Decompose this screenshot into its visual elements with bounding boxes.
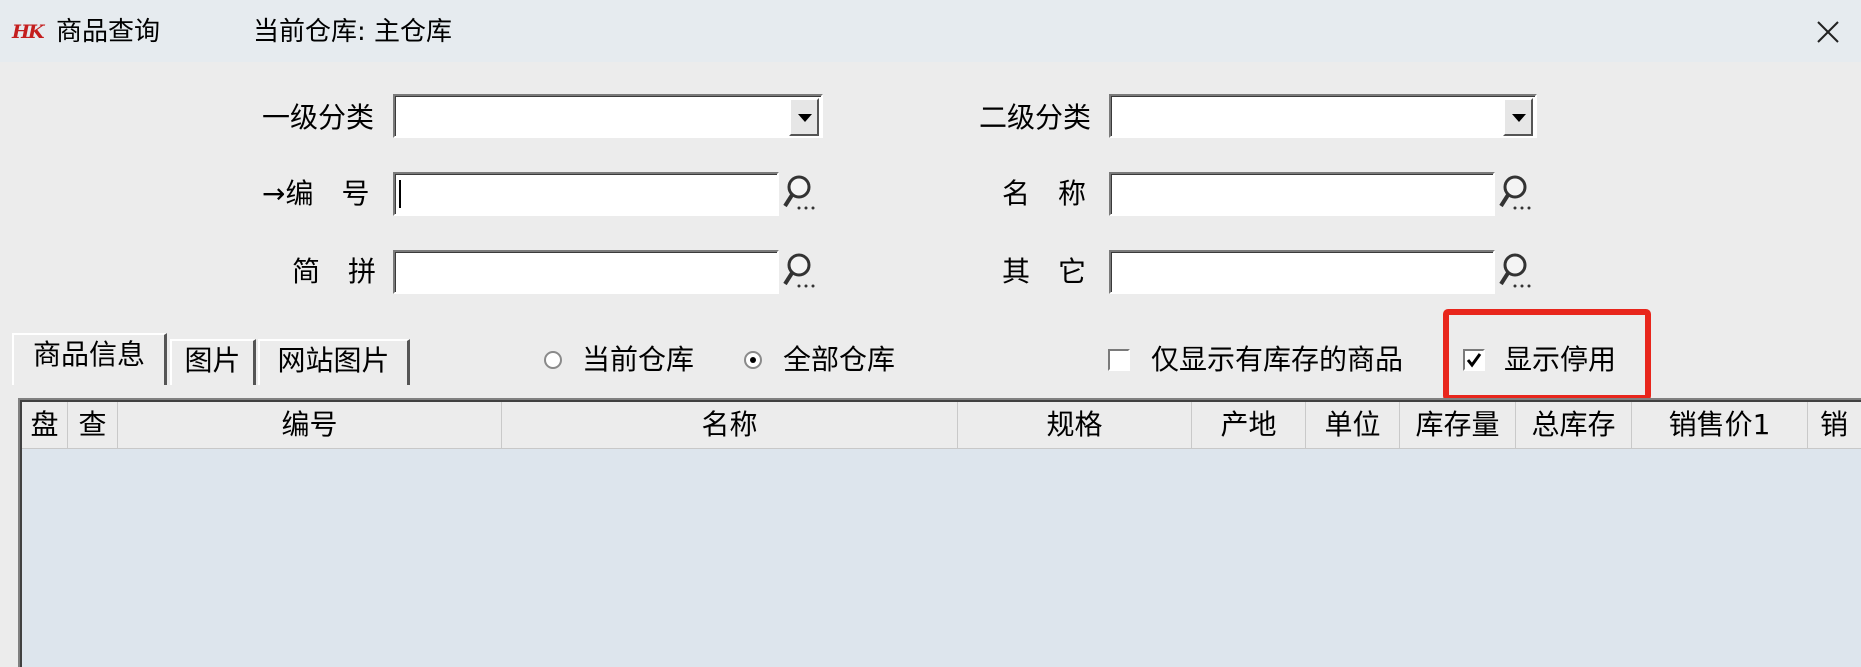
pinyin-label: 简 拼 xyxy=(292,255,377,288)
close-button[interactable] xyxy=(1808,12,1848,52)
only-in-stock-checkbox[interactable] xyxy=(1108,349,1130,371)
column-header-total-stock[interactable]: 总库存 xyxy=(1516,402,1632,448)
text-cursor xyxy=(399,180,401,208)
radio-all-warehouses[interactable] xyxy=(744,351,762,369)
close-icon xyxy=(1817,21,1839,43)
tab-images[interactable]: 图片 xyxy=(170,339,256,385)
pinyin-search-button[interactable] xyxy=(782,250,822,292)
column-header-sale-truncated[interactable]: 销 xyxy=(1808,402,1861,448)
tab-product-info[interactable]: 商品信息 xyxy=(12,333,167,385)
column-header-name[interactable]: 名称 xyxy=(502,402,958,448)
column-header-code[interactable]: 编号 xyxy=(118,402,502,448)
chevron-down-icon[interactable] xyxy=(1503,98,1533,136)
column-header-check[interactable]: 盘 xyxy=(22,402,68,448)
chevron-down-icon[interactable] xyxy=(789,98,819,136)
name-search-button[interactable] xyxy=(1498,172,1538,214)
tab-web-images[interactable]: 网站图片 xyxy=(258,339,410,385)
window-title: 商品查询 xyxy=(56,17,161,47)
other-label: 其 它 xyxy=(1002,255,1087,288)
category2-select[interactable] xyxy=(1109,94,1537,138)
other-input[interactable] xyxy=(1109,250,1495,294)
highlight-box xyxy=(1443,309,1651,401)
radio-current-warehouse[interactable] xyxy=(544,351,562,369)
search-icon xyxy=(783,253,815,288)
category1-label: 一级分类 xyxy=(262,101,375,134)
current-warehouse-label: 当前仓库: 主仓库 xyxy=(253,17,453,47)
column-header-unit[interactable]: 单位 xyxy=(1306,402,1400,448)
code-label: →编 号 xyxy=(262,177,370,210)
search-icon xyxy=(1499,253,1531,288)
category1-select[interactable] xyxy=(393,94,823,138)
search-icon xyxy=(783,175,815,210)
app-logo: HK xyxy=(12,21,44,43)
search-icon xyxy=(1499,175,1531,210)
column-header-inquiry[interactable]: 查 xyxy=(68,402,118,448)
column-header-spec[interactable]: 规格 xyxy=(958,402,1192,448)
window-left-edge xyxy=(0,62,3,667)
name-input[interactable] xyxy=(1109,172,1495,216)
column-header-origin[interactable]: 产地 xyxy=(1192,402,1306,448)
radio-all-warehouses-label[interactable]: 全部仓库 xyxy=(783,342,895,378)
column-header-stock[interactable]: 库存量 xyxy=(1400,402,1516,448)
only-in-stock-label[interactable]: 仅显示有库存的商品 xyxy=(1151,342,1403,378)
pinyin-input[interactable] xyxy=(393,250,779,294)
name-label: 名 称 xyxy=(1002,177,1087,210)
category2-label: 二级分类 xyxy=(979,101,1092,134)
column-header-sale-price1[interactable]: 销售价1 xyxy=(1632,402,1808,448)
other-search-button[interactable] xyxy=(1498,250,1538,292)
code-search-button[interactable] xyxy=(782,172,822,214)
radio-current-warehouse-label[interactable]: 当前仓库 xyxy=(582,342,694,378)
grid-header: 盘 查 编号 名称 规格 产地 单位 库存量 总库存 销售价1 销 xyxy=(22,402,1861,449)
code-input[interactable] xyxy=(393,172,779,216)
